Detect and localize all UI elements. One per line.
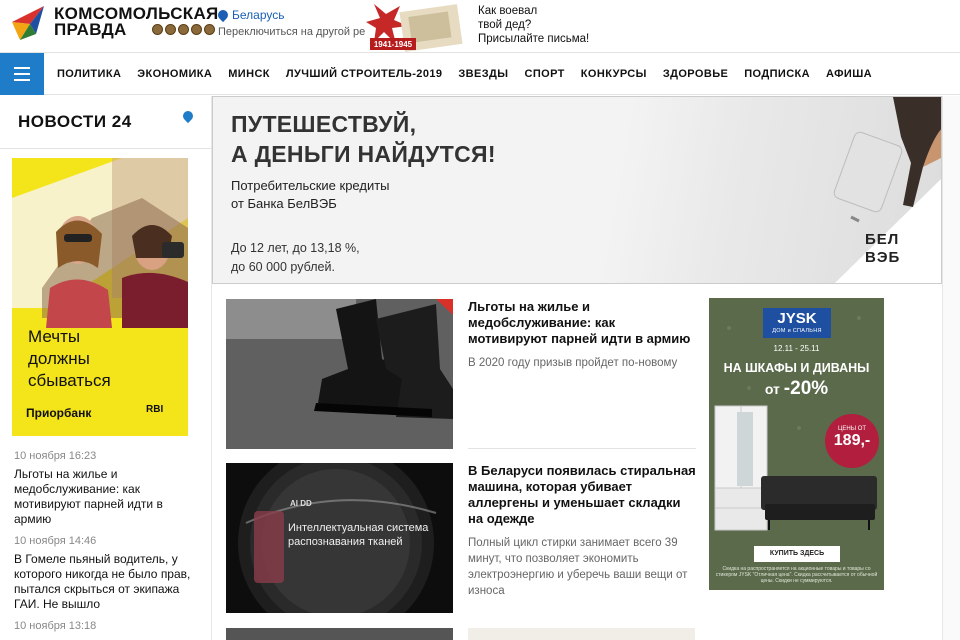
victory-promo-image[interactable]: 1941-1945 [366,0,468,52]
main-nav: ПОЛИТИКА ЭКОНОМИКА МИНСК ЛУЧШИЙ СТРОИТЕЛЬ-2… [0,52,960,95]
jysk-price-value: 189,- [833,432,871,449]
article-title[interactable]: В Беларуси появилась стиральная машина, … [468,463,696,527]
nav-items: ПОЛИТИКА ЭКОНОМИКА МИНСК ЛУЧШИЙ СТРОИТЕЛЬ-2… [57,53,888,95]
article-card[interactable]: Льготы на жилье и медобслуживание: как м… [226,299,696,449]
promo-years: 1941-1945 [374,40,413,49]
article-image-partial[interactable] [226,628,453,640]
menu-icon[interactable] [0,53,44,95]
region-name: Беларусь [232,8,285,22]
banner-terms-line-2: до 60 000 рублей. [231,260,335,274]
list-item[interactable]: 10 ноября 16:23 Льготы на жилье и медобс… [14,450,194,527]
nav-item-6[interactable]: КОНКУРСЫ [581,68,647,80]
ad-slogan: Мечты должны сбываться [28,326,111,392]
banner-title-line-2: А ДЕНЬГИ НАЙДУТСЯ! [231,141,496,167]
banner-subtitle-line-2: от Банка БелВЭБ [231,196,337,211]
nav-item-1[interactable]: ЭКОНОМИКА [137,68,212,80]
jysk-discount: от -20% [709,378,884,400]
region-selector[interactable]: Беларусь [215,7,285,23]
priorbank-ad[interactable]: Мечты должны сбываться Приорбанк RBI [12,158,188,436]
news-time: 10 ноября 16:23 [14,450,97,462]
divider [468,448,696,449]
location-pin-icon[interactable] [180,108,196,124]
jysk-logo-sub: ДОМ и СПАЛЬНЯ [772,328,822,334]
news-sidebar: НОВОСТИ 24 Мечты должны сбываться Приорб… [0,96,212,640]
promo-line-3: Присылайте письма! [478,33,590,45]
nav-item-4[interactable]: ЗВЕЗДЫ [458,68,508,80]
washer-caption: Интеллектуальная система распознавания т… [288,521,428,549]
ad-slogan-line-2: должны [28,349,90,368]
article-title[interactable]: Льготы на жилье и медобслуживание: как м… [468,299,696,347]
nav-item-0[interactable]: ПОЛИТИКА [57,68,121,80]
nav-item-5[interactable]: СПОРТ [524,68,564,80]
region-switch-link[interactable]: Переключиться на другой регион [218,26,388,38]
jysk-discount-value: -20% [783,378,829,399]
washer-caption-line-2: распознавания тканей [288,536,403,548]
travel-suitcase-image [833,97,941,283]
banner-terms: До 12 лет, до 13,18 %, до 60 000 рублей. [231,239,360,277]
news-feed: 10 ноября 16:23 Льготы на жилье и медобс… [14,450,194,640]
nav-item-7[interactable]: ЗДОРОВЬЕ [663,68,728,80]
jysk-dates: 12.11 - 25.11 [773,344,820,353]
jysk-discount-prefix: от [764,381,780,397]
banner-subtitle: Потребительские кредиты от Банка БелВЭБ [231,177,390,213]
divider [0,148,212,149]
list-item[interactable]: 10 ноября 14:46 В Гомеле пьяный водитель… [14,535,194,612]
jysk-logo-text: JYSK [777,310,817,327]
news-title[interactable]: В Гомеле пьяный водитель, у которого ник… [14,552,194,612]
banner-subtitle-line-1: Потребительские кредиты [231,178,390,193]
nav-item-3[interactable]: ЛУЧШИЙ СТРОИТЕЛЬ-2019 [286,68,442,80]
washer-badge: AI DD [290,499,312,508]
ad-slogan-line-3: сбываться [28,371,111,390]
jysk-ad[interactable]: JYSK ДОМ и СПАЛЬНЯ 12.11 - 25.11 НА ШКАФ… [709,298,884,590]
promo-line-2: твой дед? [478,19,532,31]
nav-item-8[interactable]: ПОДПИСКА [744,68,810,80]
list-item[interactable]: 10 ноября 13:18 [14,620,194,632]
belveb-logo-line-1: БЕЛ [865,231,900,248]
article-desc: В 2020 году призыв пройдет по-новому [468,357,678,369]
jysk-headline: НА ШКАФЫ И ДИВАНЫ [723,361,870,375]
promo-line-1: Как воевал [478,5,538,17]
site-header: КОМСОМОЛЬСКАЯ ПРАВДА Беларусь Переключит… [0,0,960,52]
banner-title: ПУТЕШЕСТВУЙ, А ДЕНЬГИ НАЙДУТСЯ! [231,109,496,169]
article-text: Льготы на жилье и медобслуживание: как м… [468,299,696,371]
ad-slogan-line-1: Мечты [28,327,81,346]
kp-star-logo-icon[interactable] [10,4,46,42]
banner-terms-line-1: До 12 лет, до 13,18 %, [231,241,360,255]
ad-photo-image [12,158,188,328]
article-image-washer[interactable]: AI DD Интеллектуальная система распознав… [226,463,453,613]
article-image-boots[interactable] [226,299,453,449]
promo-text[interactable]: Как воевал твой дед? Присылайте письма! [478,4,589,46]
article-image-partial[interactable] [468,628,695,640]
location-pin-icon [215,7,231,23]
belveb-logo: БЕЛ ВЭБ [865,231,900,267]
article-desc: Полный цикл стирки занимает всего 39 мин… [468,537,688,597]
belveb-logo-line-2: ВЭБ [865,249,901,266]
ad-brand-rbi: RBI [146,404,164,415]
jysk-price-badge: ЦЕНЫ ОТ 189,- [825,414,879,468]
news-time: 10 ноября 14:46 [14,535,97,547]
banner-title-line-1: ПУТЕШЕСТВУЙ, [231,111,417,137]
washer-caption-line-1: Интеллектуальная система [288,522,429,534]
nav-item-2[interactable]: МИНСК [228,68,270,80]
news-time: 10 ноября 13:18 [14,620,97,632]
news-title[interactable]: Льготы на жилье и медобслуживание: как м… [14,467,194,527]
belveb-banner-ad[interactable]: ПУТЕШЕСТВУЙ, А ДЕНЬГИ НАЙДУТСЯ! Потребит… [212,96,942,284]
news24-title[interactable]: НОВОСТИ 24 [18,112,132,132]
ad-brand: Приорбанк [26,406,92,420]
page-right-edge [942,96,960,640]
jysk-buy-button[interactable]: КУПИТЬ ЗДЕСЬ [754,546,840,562]
jysk-fine-print: Скидка на распространяется на акционные … [715,566,878,584]
jysk-logo: JYSK ДОМ и СПАЛЬНЯ [763,308,831,338]
article-card[interactable]: AI DD Интеллектуальная система распознав… [226,463,696,613]
medals-icon [152,24,215,35]
nav-item-9[interactable]: АФИША [826,68,872,80]
article-text: В Беларуси появилась стиральная машина, … [468,463,696,599]
